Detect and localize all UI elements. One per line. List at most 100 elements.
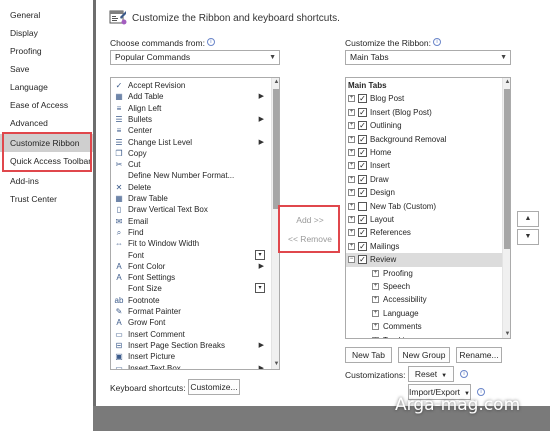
expand-icon[interactable]: + (348, 229, 355, 237)
command-item[interactable]: ✕ Delete (111, 182, 266, 193)
expand-icon[interactable]: + (372, 283, 379, 290)
sidebar-item-trust-center[interactable]: Trust Center (0, 190, 93, 208)
commands-list[interactable]: ✓ Accept Revision ▦ Add Table ▶ ≡ Align Left ☰ B… (110, 77, 280, 370)
scroll-down-icon[interactable]: ▼ (503, 330, 510, 338)
sidebar-item-save[interactable]: Save (0, 60, 93, 78)
tab-checkbox[interactable] (358, 201, 367, 211)
command-item[interactable]: Font ▾ (111, 249, 266, 261)
reset-button[interactable]: Reset ▼ (408, 366, 454, 382)
sidebar-item-add-ins[interactable]: Add-ins (0, 172, 93, 190)
tree-item[interactable]: + Proofing (346, 267, 510, 280)
tree-item[interactable]: + New Tab (Custom) (346, 200, 510, 213)
expand-icon[interactable]: + (348, 135, 355, 143)
tab-checkbox[interactable]: ✓ (358, 241, 367, 251)
sidebar-item-display[interactable]: Display (0, 24, 93, 42)
command-item[interactable]: ▭ Insert Text Box ▶ (111, 363, 266, 370)
tree-item[interactable]: + ✓ Insert (Blog Post) (346, 106, 510, 119)
tab-checkbox[interactable]: ✓ (358, 107, 367, 117)
scroll-down-icon[interactable]: ▼ (272, 360, 279, 369)
sidebar-item-advanced[interactable]: Advanced (0, 114, 93, 132)
command-item[interactable]: ✉ Email (111, 216, 266, 227)
tab-checkbox[interactable]: ✓ (358, 215, 367, 224)
move-up-button[interactable]: ▲ (517, 211, 539, 227)
command-item[interactable]: ☰ Bullets ▶ (111, 114, 266, 125)
sidebar-item-general[interactable]: General (0, 6, 93, 24)
collapse-icon[interactable]: − (348, 256, 355, 264)
command-item[interactable]: A Font Settings (111, 272, 266, 283)
command-item[interactable]: ab Footnote (111, 295, 266, 306)
tab-checkbox[interactable]: ✓ (358, 255, 367, 265)
command-item[interactable]: ▭ Insert Comment (111, 329, 266, 340)
expand-icon[interactable]: + (372, 296, 379, 304)
scroll-thumb[interactable] (504, 89, 510, 249)
tree-item[interactable]: + Language (346, 307, 510, 320)
ribbon-tabs-tree[interactable]: Main Tabs + ✓ Blog Post + ✓ Insert (Blog Post)… (345, 77, 511, 339)
command-item[interactable]: ⊟ Insert Page Section Breaks ▶ (111, 340, 266, 351)
scroll-up-icon[interactable]: ▲ (503, 78, 510, 87)
expand-icon[interactable]: + (348, 202, 355, 210)
tab-checkbox[interactable]: ✓ (358, 134, 367, 144)
command-item[interactable]: ⇔ Fit to Window Width (111, 238, 266, 249)
tree-item[interactable]: + ✓ Layout (346, 213, 510, 226)
tab-checkbox[interactable]: ✓ (358, 174, 367, 184)
command-item[interactable]: ❐ Copy (111, 148, 266, 159)
command-item[interactable]: Define New Number Format... (111, 170, 266, 181)
tree-item[interactable]: − ✓ Review (346, 253, 510, 267)
expand-icon[interactable]: + (372, 336, 379, 338)
tab-checkbox[interactable]: ✓ (358, 188, 367, 198)
tree-item[interactable]: + Accessibility (346, 293, 510, 306)
command-item[interactable]: ▣ Insert Picture (111, 351, 266, 362)
tab-checkbox[interactable]: ✓ (358, 94, 367, 104)
tab-checkbox[interactable]: ✓ (358, 148, 367, 157)
expand-icon[interactable]: + (348, 175, 355, 183)
add-button[interactable]: Add >> (286, 213, 334, 227)
tree-item[interactable]: + ✓ References (346, 226, 510, 239)
tab-checkbox[interactable]: ✓ (358, 161, 367, 171)
move-down-button[interactable]: ▼ (517, 229, 539, 245)
expand-icon[interactable]: + (348, 95, 355, 103)
scroll-thumb[interactable] (273, 89, 279, 209)
command-item[interactable]: ✓ Accept Revision (111, 80, 266, 91)
tree-item[interactable]: + ✓ Mailings (346, 240, 510, 253)
expand-icon[interactable]: + (348, 122, 355, 130)
tab-checkbox[interactable]: ✓ (358, 228, 367, 238)
command-item[interactable]: ≡ Align Left (111, 103, 266, 114)
command-item[interactable]: ☰ Change List Level ▶ (111, 137, 266, 148)
command-item[interactable]: ⌕ Find (111, 227, 266, 238)
sidebar-item-language[interactable]: Language (0, 78, 93, 96)
tree-item[interactable]: + ✓ Outlining (346, 119, 510, 132)
tree-item[interactable]: + ✓ Design (346, 186, 510, 199)
command-item[interactable]: A Font Color ▶ (111, 261, 266, 272)
tree-item[interactable]: + ✓ Draw (346, 173, 510, 186)
rename-button[interactable]: Rename... (456, 347, 502, 363)
tree-item[interactable]: + Speech (346, 280, 510, 293)
remove-button[interactable]: << Remove (286, 232, 334, 246)
command-item[interactable]: ▦ Add Table ▶ (111, 91, 266, 102)
command-item[interactable]: ▯ Draw Vertical Text Box (111, 204, 266, 215)
sidebar-item-proofing[interactable]: Proofing (0, 42, 93, 60)
new-group-button[interactable]: New Group (398, 347, 450, 363)
expand-icon[interactable]: + (372, 323, 379, 331)
expand-icon[interactable]: + (372, 269, 379, 277)
expand-icon[interactable]: + (348, 242, 355, 250)
customize-ribbon-dropdown[interactable]: Main Tabs ▼ (345, 50, 511, 65)
expand-icon[interactable]: + (348, 216, 355, 223)
expand-icon[interactable]: + (348, 108, 355, 116)
command-item[interactable]: Font Size ▾ (111, 283, 266, 294)
tree-item[interactable]: + Tracking (346, 334, 510, 338)
expand-icon[interactable]: + (348, 162, 355, 170)
command-item[interactable]: ≡ Center (111, 125, 266, 136)
expand-icon[interactable]: + (348, 189, 355, 197)
command-item[interactable]: ▦ Draw Table (111, 193, 266, 204)
new-tab-button[interactable]: New Tab (345, 347, 392, 363)
tree-item[interactable]: Main Tabs (346, 79, 510, 92)
tree-item[interactable]: + Comments (346, 320, 510, 333)
command-item[interactable]: A Grow Font (111, 317, 266, 328)
expand-icon[interactable]: + (372, 309, 379, 317)
expand-icon[interactable]: + (348, 149, 355, 156)
tree-item[interactable]: + ✓ Blog Post (346, 92, 510, 105)
tree-scrollbar[interactable]: ▲ ▼ (502, 78, 510, 338)
scroll-up-icon[interactable]: ▲ (272, 78, 279, 87)
command-item[interactable]: ✎ Format Painter (111, 306, 266, 317)
customize-shortcuts-button[interactable]: Customize... (188, 379, 240, 395)
